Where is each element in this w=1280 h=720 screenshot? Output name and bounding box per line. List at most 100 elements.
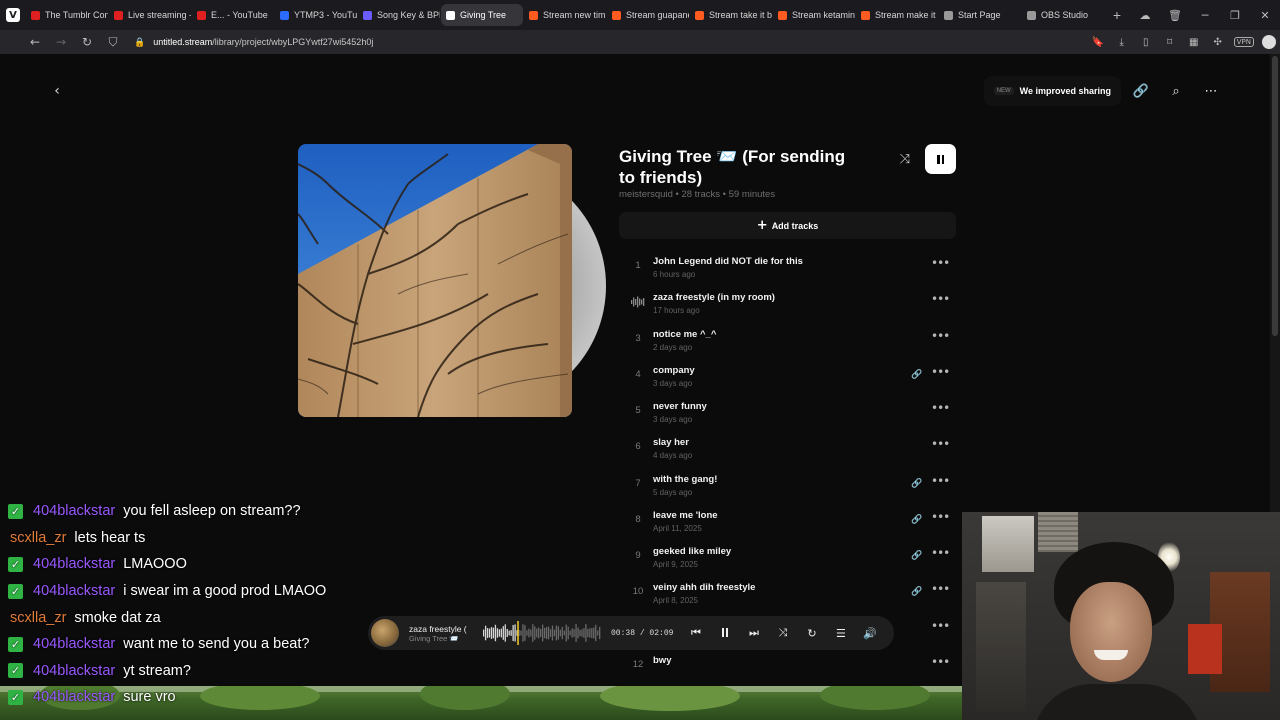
waveform-bar — [597, 630, 599, 636]
track-more-icon[interactable]: ••• — [931, 292, 950, 306]
bookmark-icon[interactable]: 🔖 — [1086, 37, 1110, 48]
track-row[interactable]: 12 bwy ••• — [620, 649, 956, 685]
browser-tab[interactable]: YTMP3 - YouTub — [275, 4, 357, 26]
download-icon[interactable]: ⤓ — [1110, 37, 1134, 48]
browser-tab-label: OBS Studio — [1041, 10, 1089, 20]
track-more-icon[interactable]: ••• — [931, 329, 950, 343]
reload-button[interactable]: ↻ — [74, 35, 100, 49]
more-options-icon[interactable]: ⋯ — [1196, 76, 1226, 106]
player-pause-button[interactable] — [710, 627, 739, 640]
track-link-icon[interactable]: 🔗 — [911, 551, 922, 561]
track-row[interactable]: 7 with the gang! 5 days ago 🔗 ••• — [620, 468, 956, 504]
browser-tab[interactable]: E... - YouTube — [192, 4, 274, 26]
address-bar-row: ← → ↻ ⛉ 🔒 untitled.stream/library/projec… — [0, 30, 1280, 54]
now-playing-bar — [643, 298, 645, 307]
back-nav-button[interactable]: ← — [22, 35, 48, 49]
browser-tab[interactable]: Live streaming - — [109, 4, 191, 26]
waveform-bar — [504, 624, 506, 642]
track-name: geeked like miley — [653, 546, 732, 557]
forward-nav-button[interactable]: → — [48, 35, 74, 49]
shuffle-icon[interactable]: ⤨ — [895, 149, 915, 169]
repeat-icon[interactable]: ↻ — [797, 627, 826, 640]
browser-menu-button[interactable]: V — [0, 0, 26, 30]
track-more-icon[interactable]: ••• — [931, 474, 950, 488]
lock-icon: 🔒 — [134, 36, 146, 47]
reading-list-icon[interactable]: ⌑ — [1158, 37, 1182, 48]
track-row[interactable]: 5 never funny 3 days ago ••• — [620, 395, 956, 431]
track-row[interactable]: zaza freestyle (in my room) 17 hours ago •… — [620, 286, 956, 322]
browser-tab[interactable]: Stream ketamin — [773, 4, 855, 26]
track-row[interactable]: 6 slay her 4 days ago ••• — [620, 431, 956, 467]
share-announcement-button[interactable]: NEW We improved sharing — [983, 76, 1121, 106]
waveform-bar — [561, 626, 563, 640]
track-link-icon[interactable]: 🔗 — [911, 370, 922, 380]
player-track-info[interactable]: zaza freestyle ( Giving Tree 📨 — [409, 624, 467, 643]
new-tab-button[interactable]: + — [1105, 7, 1129, 23]
tab-grid-icon[interactable]: ▦ — [1182, 37, 1206, 48]
scrollbar-thumb[interactable] — [1272, 56, 1278, 336]
track-more-icon[interactable]: ••• — [931, 546, 950, 560]
track-row[interactable]: 8 leave me 'lone April 11, 2025 🔗 ••• — [620, 504, 956, 540]
player-current-time: 00:38 — [611, 628, 636, 638]
maximize-button[interactable]: ❐ — [1220, 9, 1250, 22]
webcam-left-shelf — [976, 582, 1026, 712]
browser-tab[interactable]: Stream take it b — [690, 4, 772, 26]
pause-button[interactable] — [925, 144, 956, 174]
shield-icon[interactable]: ⛉ — [100, 35, 126, 50]
volume-icon[interactable]: 🔊 — [855, 627, 884, 640]
url-field[interactable]: 🔒 untitled.stream/library/project/wbyLPG… — [134, 37, 373, 48]
search-icon[interactable]: ⌕ — [1161, 76, 1191, 106]
chat-username: 404blackstar — [33, 503, 116, 520]
browser-tab[interactable]: Stream new tim — [524, 4, 606, 26]
trash-icon[interactable]: 🗑 — [1160, 9, 1190, 22]
browser-logo-icon: V — [6, 8, 20, 22]
track-more-icon[interactable]: ••• — [931, 256, 950, 270]
track-link-icon[interactable]: 🔗 — [911, 479, 922, 489]
player-waveform-scrubber[interactable] — [483, 621, 601, 645]
shuffle-player-icon[interactable]: ⤨ — [768, 626, 797, 640]
browser-tab[interactable]: OBS Studio — [1022, 4, 1104, 26]
track-row[interactable]: 4 company 3 days ago 🔗 ••• — [620, 359, 956, 395]
back-button[interactable]: ‹ — [48, 82, 66, 100]
waveform-bar — [526, 630, 528, 636]
track-row[interactable]: 10 veiny ahh dih freestyle April 8, 2025 🔗 •… — [620, 576, 956, 612]
track-name: leave me 'lone — [653, 509, 718, 521]
verified-badge-icon: ✓ — [8, 503, 23, 519]
track-more-icon[interactable]: ••• — [931, 619, 950, 633]
close-window-button[interactable]: ✕ — [1250, 9, 1280, 22]
cloud-icon[interactable]: ☁ — [1130, 9, 1160, 22]
browser-tab[interactable]: Giving Tree — [441, 4, 523, 26]
track-more-icon[interactable]: ••• — [931, 582, 950, 596]
previous-icon[interactable]: ⏮ — [681, 626, 710, 640]
sidebar-icon[interactable]: ▯ — [1134, 37, 1158, 48]
add-tracks-button[interactable]: + Add tracks — [619, 212, 956, 239]
link-icon[interactable]: 🔗 — [1126, 76, 1156, 106]
track-more-icon[interactable]: ••• — [931, 401, 950, 415]
profile-avatar[interactable] — [1262, 35, 1276, 49]
track-timestamp: April 8, 2025 — [653, 596, 698, 606]
track-link-icon[interactable]: 🔗 — [911, 515, 922, 525]
track-row[interactable]: 1 John Legend did NOT die for this 6 hours… — [620, 250, 956, 286]
vpn-button[interactable]: VPN — [1233, 37, 1254, 47]
browser-tab[interactable]: Song Key & BPM — [358, 4, 440, 26]
track-row[interactable]: 9 geeked like miley April 9, 2025 🔗 ••• — [620, 540, 956, 576]
browser-tab-label: Stream new tim — [543, 10, 606, 20]
minimize-button[interactable]: ─ — [1190, 9, 1220, 22]
plus-icon: + — [756, 218, 768, 233]
next-icon[interactable]: ⏭ — [739, 626, 768, 640]
track-number: 4 — [635, 368, 641, 380]
extensions-icon[interactable]: ✣ — [1206, 37, 1230, 48]
track-more-icon[interactable]: ••• — [931, 510, 950, 524]
browser-tab[interactable]: The Tumblr Con — [26, 4, 108, 26]
track-link-icon[interactable]: 🔗 — [911, 587, 922, 597]
track-more-icon[interactable]: ••• — [931, 437, 950, 451]
browser-tab[interactable]: Start Page — [939, 4, 1021, 26]
track-row[interactable]: 3 notice me ^_^ 2 days ago ••• — [620, 323, 956, 359]
browser-tab[interactable]: Stream make it — [856, 4, 938, 26]
queue-icon[interactable]: ☰ — [826, 627, 855, 640]
track-more-icon[interactable]: ••• — [931, 365, 950, 379]
track-more-icon[interactable]: ••• — [931, 655, 950, 669]
browser-tab[interactable]: Stream guapane — [607, 4, 689, 26]
track-number: 10 — [632, 586, 644, 598]
webcam-window — [982, 516, 1034, 572]
